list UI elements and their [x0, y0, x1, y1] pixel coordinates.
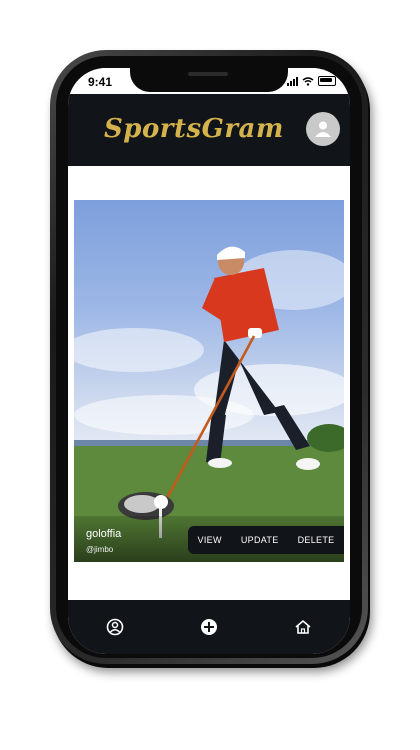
avatar-button[interactable]: [306, 112, 340, 146]
status-time: 9:41: [88, 75, 113, 89]
post-image[interactable]: [74, 200, 344, 562]
bottom-nav: [68, 600, 350, 654]
nav-add-button[interactable]: [194, 612, 224, 642]
add-icon: [201, 619, 217, 635]
nav-home-button[interactable]: [288, 612, 318, 642]
nav-profile-button[interactable]: [100, 612, 130, 642]
delete-button[interactable]: DELETE: [294, 531, 339, 549]
user-icon: [315, 121, 331, 137]
app-header: SportsGram: [68, 94, 350, 166]
battery-icon: [318, 76, 336, 86]
signal-icon: [287, 76, 298, 86]
update-button[interactable]: UPDATE: [237, 531, 283, 549]
post-card: goloffia @jimbo VIEW UPDATE DELETE: [74, 200, 344, 562]
speaker-grille: [188, 72, 228, 76]
post-username: @jimbo: [86, 545, 114, 554]
app-logo[interactable]: SportsGram: [104, 114, 284, 144]
profile-icon: [106, 618, 124, 636]
post-footer: goloffia @jimbo VIEW UPDATE DELETE: [74, 516, 344, 562]
post-action-bar: VIEW UPDATE DELETE: [188, 526, 344, 554]
post-title: goloffia: [86, 528, 122, 540]
status-icons: [287, 76, 336, 86]
phone-screen: 9:41 SportsGram goloffia @jimbo VIEW UPD…: [68, 68, 350, 654]
feed: goloffia @jimbo VIEW UPDATE DELETE: [68, 166, 350, 598]
home-icon: [295, 619, 311, 634]
wifi-icon: [302, 76, 314, 86]
view-button[interactable]: VIEW: [194, 531, 226, 549]
